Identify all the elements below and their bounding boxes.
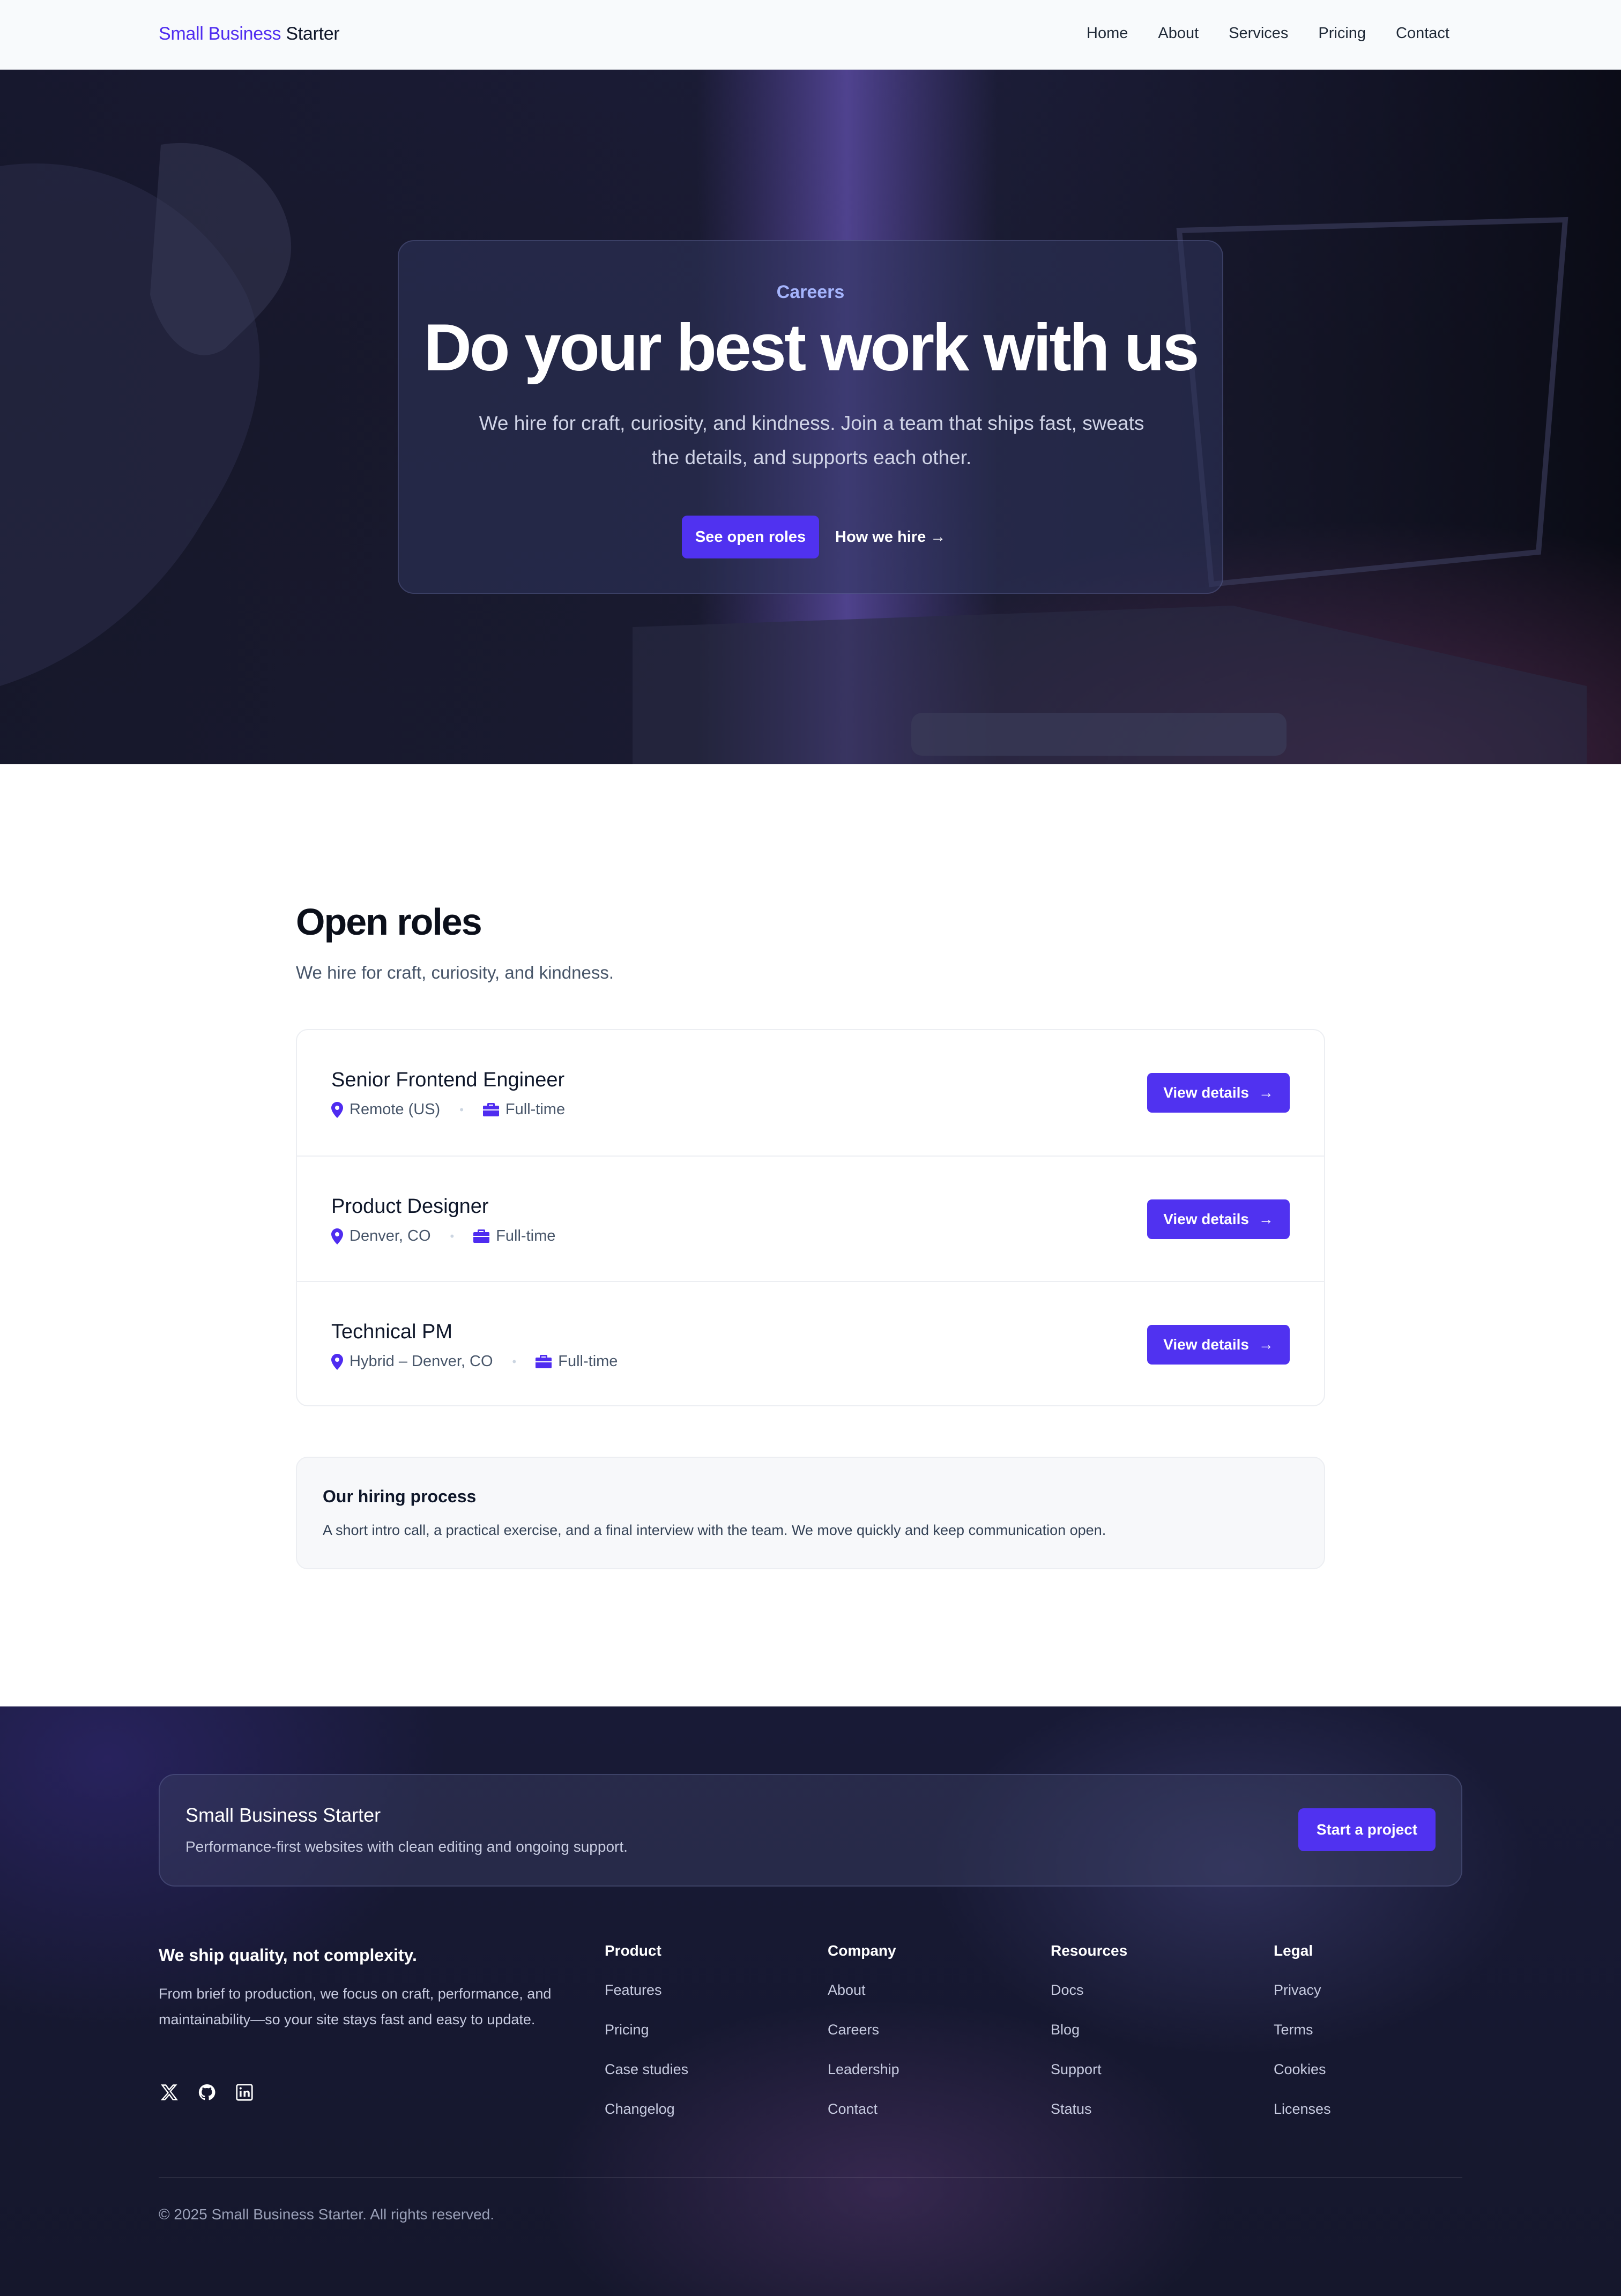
hiring-process-title: Our hiring process: [323, 1487, 477, 1506]
view-details-label: View details: [1163, 1084, 1249, 1101]
see-open-roles-button[interactable]: See open roles: [682, 516, 819, 558]
role-meta: Remote (US) • Full-time: [331, 1101, 565, 1119]
footer-link[interactable]: Status: [1051, 2101, 1127, 2141]
top-nav: Small Business Starter Home About Servic…: [0, 0, 1621, 70]
footer-link[interactable]: Licenses: [1274, 2101, 1331, 2141]
footer-link[interactable]: Case studies: [605, 2061, 688, 2101]
open-roles-subtitle: We hire for craft, curiosity, and kindne…: [296, 963, 614, 982]
briefcase-icon: [536, 1354, 552, 1369]
github-icon[interactable]: [196, 2082, 218, 2103]
nav-links: Home About Services Pricing Contact: [1087, 25, 1449, 42]
footer-link[interactable]: Cookies: [1274, 2061, 1331, 2101]
meta-separator: •: [450, 1229, 455, 1243]
linkedin-icon[interactable]: [234, 2082, 255, 2103]
hiring-process-card: Our hiring process A short intro call, a…: [296, 1457, 1325, 1569]
meta-separator: •: [459, 1102, 464, 1116]
briefcase-icon: [482, 1102, 499, 1117]
role-location: Hybrid – Denver, CO: [350, 1353, 493, 1370]
footer-link[interactable]: Docs: [1051, 1982, 1127, 2022]
open-roles-title: Open roles: [296, 901, 482, 943]
arrow-right-icon: →: [1258, 1336, 1274, 1353]
meta-separator: •: [512, 1354, 517, 1368]
view-details-button[interactable]: View details →: [1147, 1199, 1290, 1239]
footer-col-legal: Legal Privacy Terms Cookies Licenses: [1274, 1942, 1331, 2141]
footer-cta-card: Small Business Starter Performance-first…: [159, 1774, 1462, 1887]
footer-link[interactable]: About: [828, 1982, 899, 2022]
arrow-right-icon: →: [1258, 1211, 1274, 1227]
roles-list: Senior Frontend Engineer Remote (US) • F…: [296, 1029, 1325, 1406]
x-icon[interactable]: [159, 2082, 180, 2103]
site-footer: Small Business Starter Performance-first…: [0, 1706, 1621, 2296]
brand-secondary: Starter: [286, 24, 340, 44]
footer-divider: [159, 2177, 1462, 2178]
brand-logo[interactable]: Small Business Starter: [159, 24, 340, 44]
role-location: Denver, CO: [350, 1227, 431, 1244]
footer-link[interactable]: Support: [1051, 2061, 1127, 2101]
nav-link-services[interactable]: Services: [1229, 25, 1288, 42]
footer-col-title: Legal: [1274, 1942, 1313, 1959]
nav-link-about[interactable]: About: [1158, 25, 1199, 42]
footer-link[interactable]: Blog: [1051, 2022, 1127, 2061]
view-details-label: View details: [1163, 1211, 1249, 1227]
role-meta: Denver, CO • Full-time: [331, 1227, 555, 1245]
cta-subtitle: Performance-first websites with clean ed…: [185, 1838, 628, 1855]
view-details-button[interactable]: View details →: [1147, 1325, 1290, 1365]
footer-link[interactable]: Changelog: [605, 2101, 688, 2141]
footer-link[interactable]: Features: [605, 1982, 688, 2022]
role-title[interactable]: Product Designer: [331, 1195, 489, 1218]
hero-section: Careers Do your best work with us We hir…: [0, 70, 1621, 764]
footer-col-title: Product: [605, 1942, 661, 1959]
footer-link[interactable]: Privacy: [1274, 1982, 1331, 2022]
nav-link-home[interactable]: Home: [1087, 25, 1128, 42]
role-location: Remote (US): [350, 1101, 441, 1118]
hero-card: Careers Do your best work with us We hir…: [398, 240, 1223, 594]
footer-col-title: Company: [828, 1942, 896, 1959]
cta-title: Small Business Starter: [185, 1804, 381, 1826]
footer-link[interactable]: Terms: [1274, 2022, 1331, 2061]
hero-title: Do your best work with us: [423, 311, 1199, 385]
nav-link-pricing[interactable]: Pricing: [1318, 25, 1366, 42]
arrow-right-icon: →: [1258, 1084, 1274, 1101]
role-type: Full-time: [505, 1101, 566, 1118]
view-details-label: View details: [1163, 1336, 1249, 1353]
footer-col-title: Resources: [1051, 1942, 1128, 1959]
role-title[interactable]: Senior Frontend Engineer: [331, 1069, 564, 1092]
nav-link-contact[interactable]: Contact: [1396, 25, 1449, 42]
map-pin-icon: [331, 1228, 343, 1244]
view-details-button[interactable]: View details →: [1147, 1073, 1290, 1113]
footer-link[interactable]: Careers: [828, 2022, 899, 2061]
hiring-process-text: A short intro call, a practical exercise…: [323, 1522, 1106, 1538]
role-meta: Hybrid – Denver, CO • Full-time: [331, 1353, 618, 1370]
role-type: Full-time: [496, 1227, 556, 1244]
role-row: Technical PM Hybrid – Denver, CO • Full-…: [297, 1281, 1324, 1405]
briefcase-icon: [473, 1229, 490, 1243]
footer-col-product: Product Features Pricing Case studies Ch…: [605, 1942, 688, 2141]
role-row: Product Designer Denver, CO • Full-time …: [297, 1156, 1324, 1281]
hero-subtitle: We hire for craft, curiosity, and kindne…: [479, 412, 1144, 468]
footer-tagline: We ship quality, not complexity.: [159, 1945, 417, 1965]
how-we-hire-link[interactable]: How we hire →: [835, 516, 946, 558]
brand-primary: Small Business: [159, 24, 281, 44]
social-links: [159, 2082, 255, 2103]
role-type: Full-time: [558, 1353, 618, 1370]
footer-about: From brief to production, we focus on cr…: [159, 1986, 552, 2027]
role-title[interactable]: Technical PM: [331, 1321, 452, 1344]
hero-eyebrow: Careers: [776, 282, 845, 302]
footer-col-company: Company About Careers Leadership Contact: [828, 1942, 899, 2141]
footer-link[interactable]: Contact: [828, 2101, 899, 2141]
footer-link[interactable]: Leadership: [828, 2061, 899, 2101]
map-pin-icon: [331, 1353, 343, 1370]
map-pin-icon: [331, 1101, 343, 1118]
footer-col-resources: Resources Docs Blog Support Status: [1051, 1942, 1127, 2141]
copyright-text: © 2025 Small Business Starter. All right…: [159, 2206, 495, 2223]
role-row: Senior Frontend Engineer Remote (US) • F…: [297, 1030, 1324, 1156]
start-project-button[interactable]: Start a project: [1298, 1808, 1436, 1851]
footer-link[interactable]: Pricing: [605, 2022, 688, 2061]
